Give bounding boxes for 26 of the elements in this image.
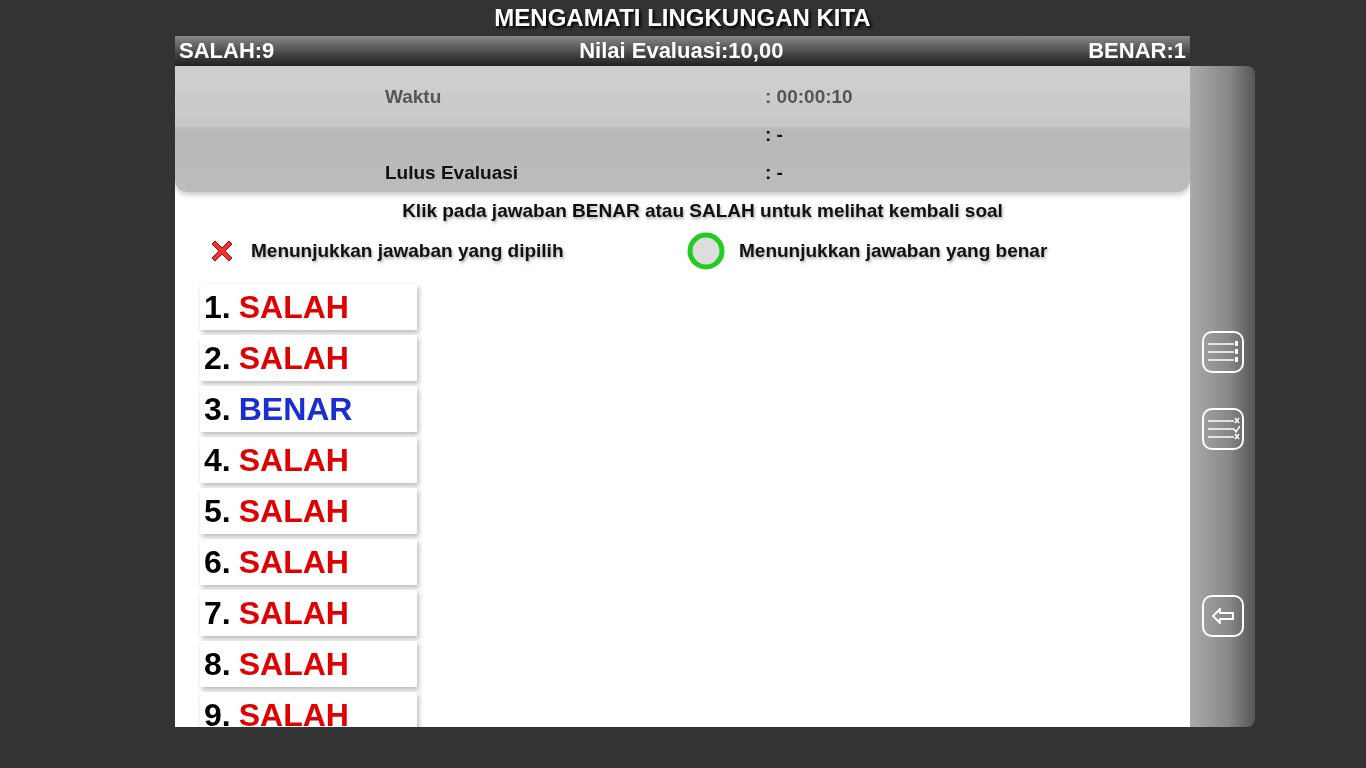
answer-item[interactable]: 5. SALAH (200, 488, 417, 534)
wrong-count: SALAH:9 (179, 38, 275, 64)
evaluation-score: Nilai Evaluasi:10,00 (579, 38, 784, 64)
legend-text: Menunjukkan jawaban yang dipilih (251, 240, 564, 262)
summary-label: Waktu (385, 86, 442, 107)
answer-item[interactable]: 4. SALAH (200, 437, 417, 483)
numbered-list-button[interactable] (1201, 331, 1244, 373)
answer-item[interactable]: 3. BENAR (200, 386, 417, 432)
correct-count: BENAR:1 (1088, 38, 1186, 64)
page-title: MENGAMATI LINGKUNGAN KITA (493, 3, 872, 33)
answer-item[interactable]: 6. SALAH (200, 539, 417, 585)
checklist-button[interactable] (1201, 408, 1244, 450)
legend-text: Menunjukkan jawaban yang benar (739, 240, 1048, 262)
back-button[interactable] (1201, 595, 1244, 637)
summary-value: : - (765, 162, 783, 183)
answer-item[interactable]: 9. SALAH (200, 692, 417, 727)
circle-icon (687, 232, 725, 270)
answer-item[interactable]: 2. SALAH (200, 335, 417, 381)
summary-label: Lulus Evaluasi (385, 162, 519, 183)
summary-value: : 00:00:10 (765, 86, 853, 107)
summary-value: : - (765, 124, 783, 145)
back-arrow-icon (1211, 608, 1234, 624)
answer-item[interactable]: 7. SALAH (200, 590, 417, 636)
answer-item[interactable]: 8. SALAH (200, 641, 417, 687)
answer-item[interactable]: 1. SALAH (200, 284, 417, 330)
instruction-text: Klik pada jawaban BENAR atau SALAH untuk melihat kembali soal (401, 200, 1003, 222)
